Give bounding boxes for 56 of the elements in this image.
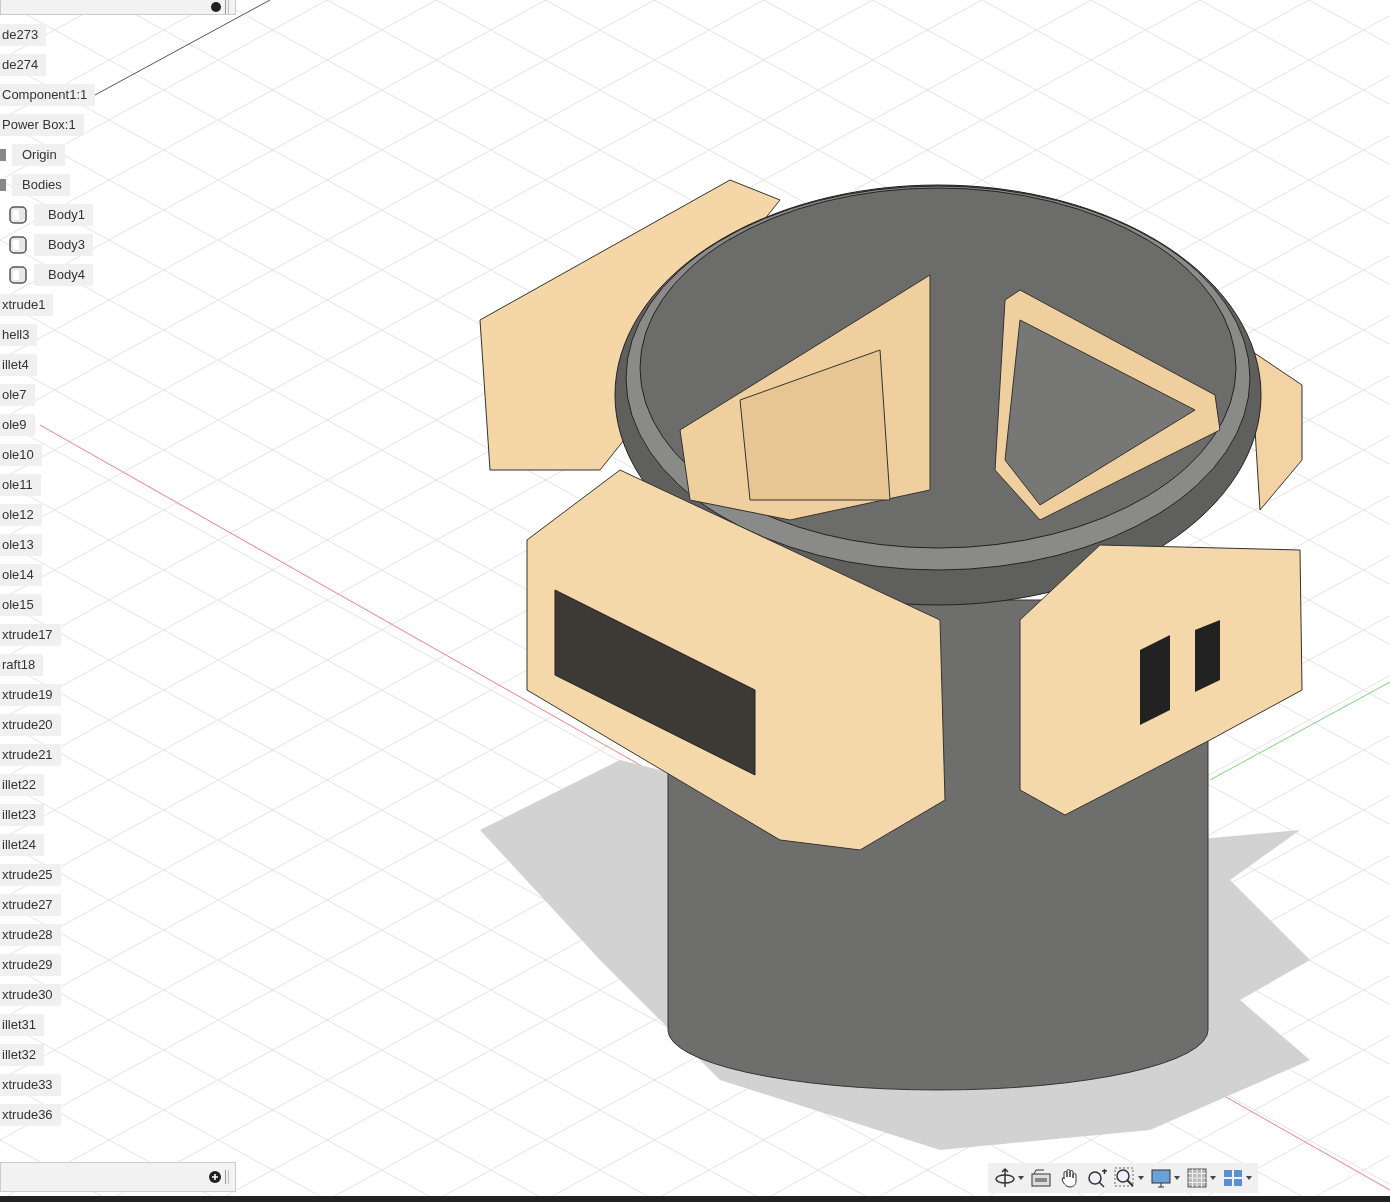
browser-item[interactable]: Body1 [34,204,93,226]
body-icon [8,205,28,225]
panel-grip[interactable] [225,0,229,14]
browser-item[interactable]: xtrude29 [0,954,61,976]
browser-item[interactable]: ole9 [0,414,35,436]
browser-item[interactable]: Body3 [34,234,93,256]
browser-item[interactable]: ole7 [0,384,35,406]
browser-item[interactable]: illet4 [0,354,37,376]
folder-icon [0,179,6,191]
browser-item[interactable]: Body4 [34,264,93,286]
orbit-icon[interactable] [994,1167,1016,1189]
caret-icon[interactable] [1246,1176,1252,1180]
browser-item[interactable]: xtrude30 [0,984,61,1006]
monitor-icon[interactable] [1150,1167,1172,1189]
browser-item[interactable]: illet32 [0,1044,44,1066]
camera-icon[interactable] [1030,1168,1052,1188]
browser-item[interactable]: xtrude1 [0,294,54,316]
caret-icon[interactable] [1138,1176,1144,1180]
browser-item[interactable]: de273 [0,24,47,46]
browser-item[interactable]: hell3 [0,324,38,346]
caret-icon[interactable] [1018,1176,1024,1180]
browser-item[interactable]: xtrude20 [0,714,61,736]
zoom-window-icon[interactable] [1114,1167,1136,1189]
browser-item[interactable]: Component1:1 [0,84,96,106]
plus-circle-icon[interactable] [209,1171,221,1183]
browser-item[interactable]: ole10 [0,444,42,466]
browser-item[interactable]: illet23 [0,804,44,826]
browser-item[interactable]: ole11 [0,474,41,496]
browser-item[interactable]: illet31 [0,1014,44,1036]
zoom-icon[interactable] [1086,1167,1108,1189]
browser-item[interactable]: ole15 [0,594,42,616]
browser-item[interactable]: xtrude25 [0,864,61,886]
browser-item[interactable]: Origin [12,144,65,166]
body-icon [8,265,28,285]
hand-icon[interactable] [1058,1167,1080,1189]
browser-item[interactable]: xtrude36 [0,1104,61,1126]
browser-item[interactable]: ole14 [0,564,42,586]
browser-item[interactable]: raft18 [0,654,44,676]
circle-icon[interactable] [211,2,221,12]
browser-item[interactable]: de274 [0,54,47,76]
browser-item[interactable]: Bodies [12,174,70,196]
caret-icon[interactable] [1174,1176,1180,1180]
caret-icon[interactable] [1210,1176,1216,1180]
browser-item[interactable]: Power Box:1 [0,114,84,136]
browser-item[interactable]: xtrude19 [0,684,61,706]
browser-item[interactable]: ole13 [0,534,42,556]
browser-item[interactable]: xtrude33 [0,1074,61,1096]
browser-item[interactable]: xtrude28 [0,924,61,946]
browser-item[interactable]: illet22 [0,774,44,796]
panel-grip[interactable] [225,1170,229,1184]
folder-icon [0,149,6,161]
browser-item[interactable]: xtrude17 [0,624,61,646]
browser-item[interactable]: illet24 [0,834,44,856]
browser-item[interactable]: xtrude27 [0,894,61,916]
browser-item[interactable]: xtrude21 [0,744,61,766]
browser-item[interactable]: ole12 [0,504,42,526]
